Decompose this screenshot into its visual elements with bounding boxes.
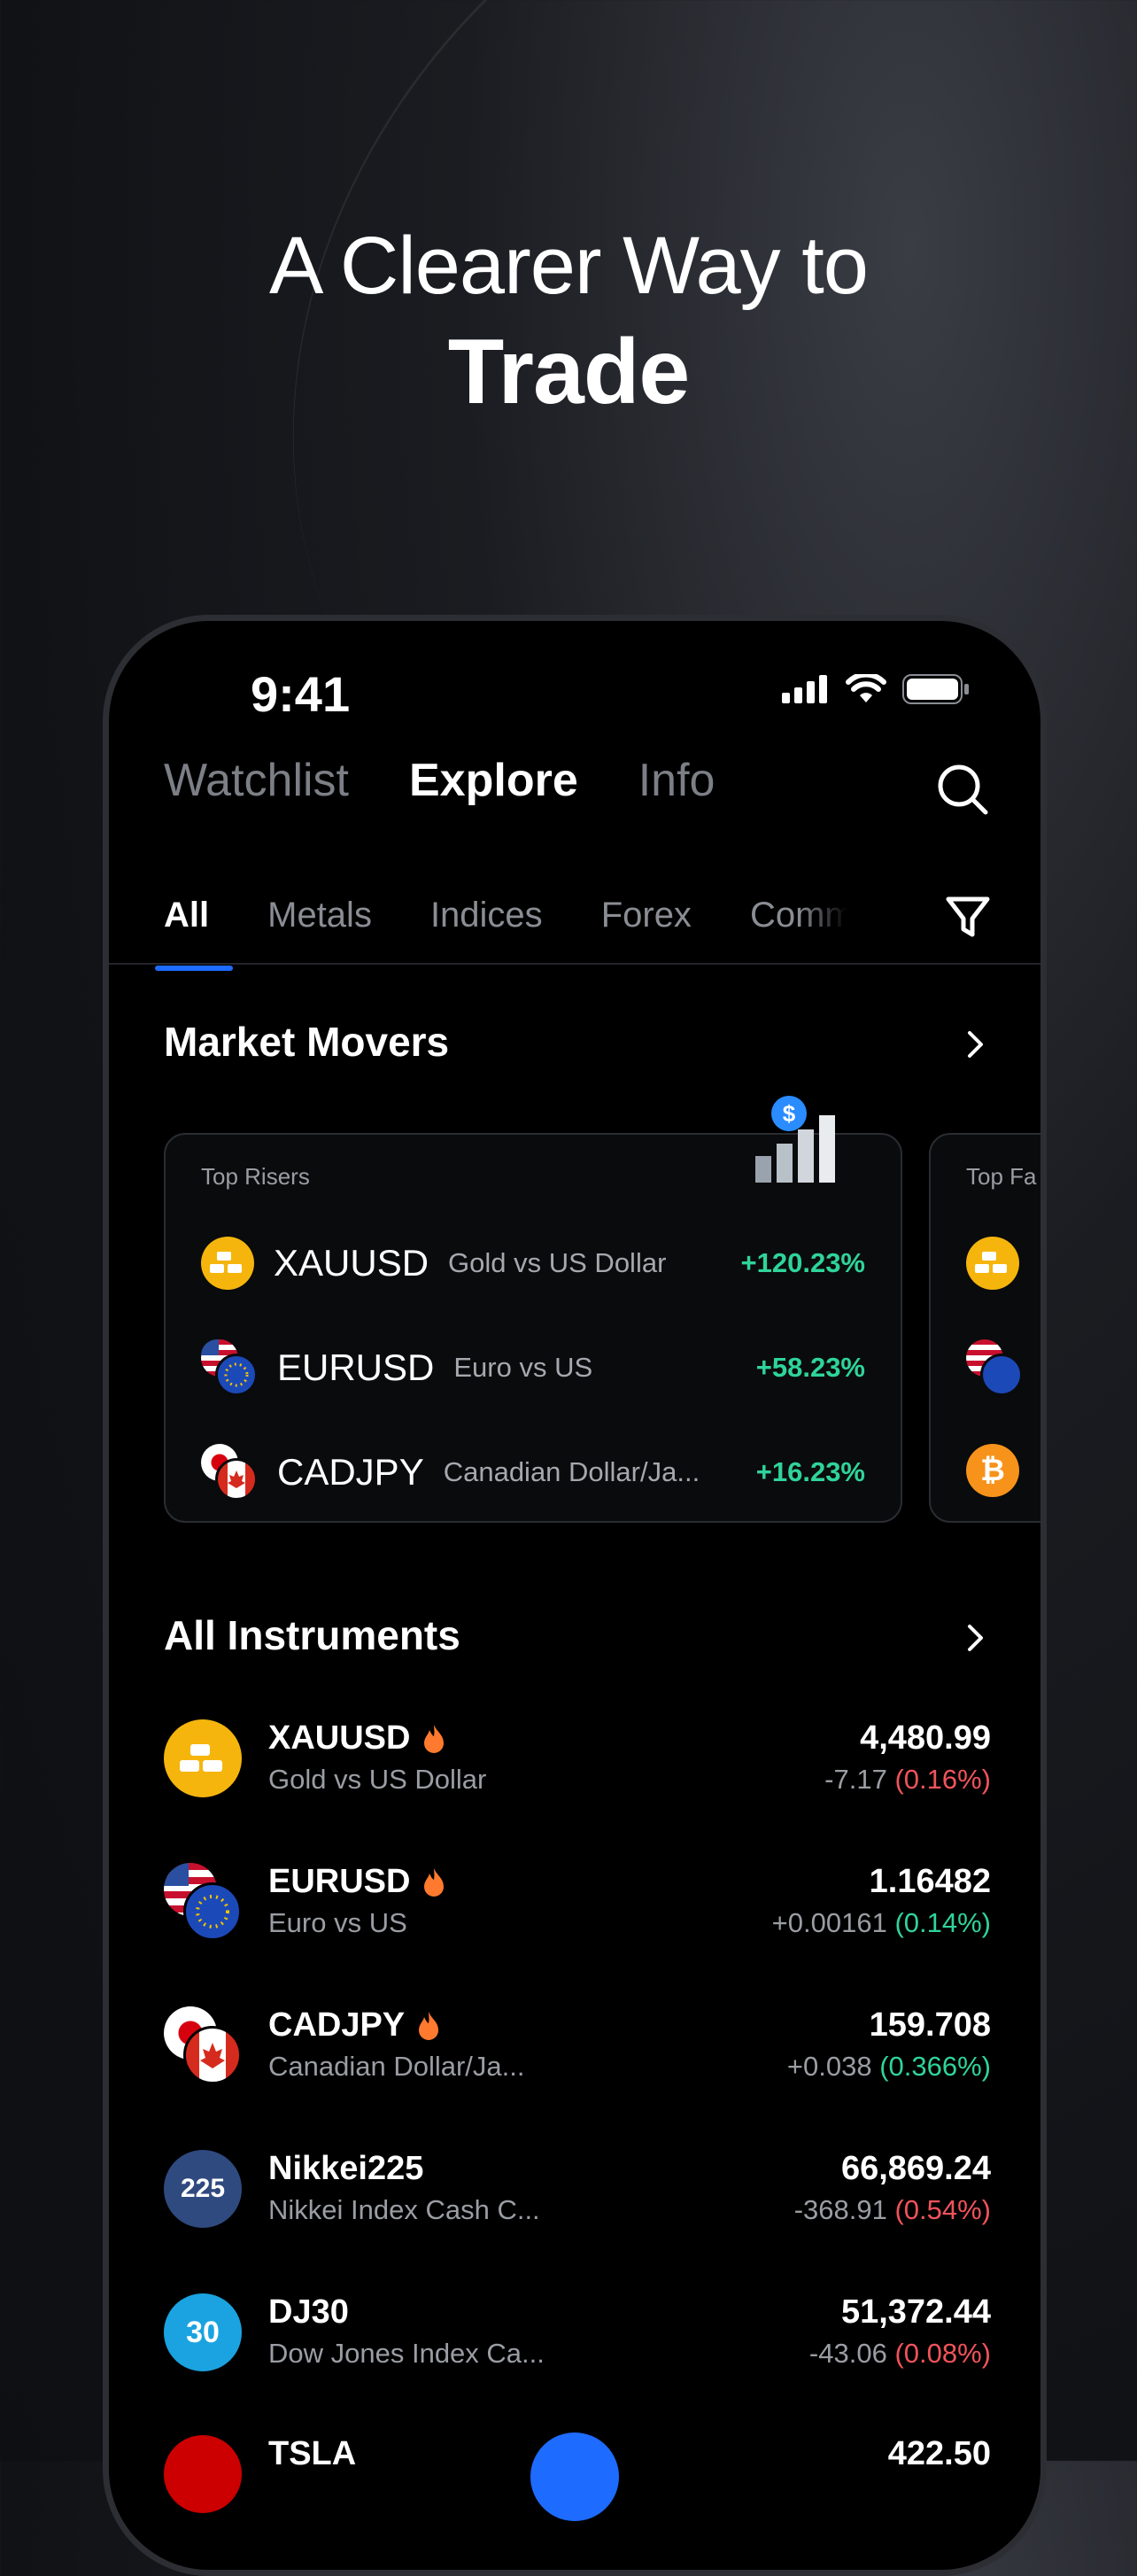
percent-change: (0.14%) [894, 1907, 991, 1938]
chevron-right-icon[interactable] [959, 1622, 991, 1654]
top-fallers-card[interactable]: Top Fa ₿ [929, 1133, 1040, 1523]
symbol: XAUUSD [268, 1719, 411, 1757]
percent-change: (0.54%) [894, 2194, 991, 2225]
flame-icon [424, 1867, 445, 1897]
category-tab-indices[interactable]: Indices [430, 896, 543, 935]
gold-bars-icon [164, 1719, 242, 1797]
chevron-right-icon[interactable] [959, 1028, 991, 1060]
symbol: DJ30 [268, 2293, 349, 2331]
all-instruments-title: All Instruments [164, 1612, 460, 1658]
flame-icon [424, 1724, 445, 1753]
top-navigation: Watchlist Explore Info [164, 754, 715, 807]
instrument-name: Nikkei Index Cash C... [268, 2194, 540, 2225]
eu-flag-icon [215, 1354, 258, 1396]
instrument-name: Dow Jones Index Ca... [268, 2338, 545, 2369]
currency-pair-icon [164, 2006, 242, 2084]
tesla-logo-icon [164, 2435, 242, 2513]
gold-bars-icon [966, 1237, 1019, 1290]
price: 4,480.99 [860, 1719, 991, 1757]
tabs-divider [109, 963, 1040, 965]
percent-change: (0.16%) [894, 1764, 991, 1795]
instrument-row[interactable]: 225 Nikkei225 Nikkei Index Cash C... 66,… [164, 2143, 991, 2231]
symbol: Nikkei225 [268, 2150, 424, 2187]
floating-action-button[interactable] [530, 2432, 619, 2521]
category-tab-all[interactable]: All [154, 896, 234, 971]
price-delta: -368.91 [793, 2194, 887, 2225]
canada-flag-icon [183, 2026, 242, 2084]
tab-info[interactable]: Info [638, 754, 715, 807]
price: 51,372.44 [840, 2293, 991, 2331]
tab-watchlist[interactable]: Watchlist [164, 754, 349, 807]
mover-row[interactable]: CADJPY Canadian Dollar/Ja... +16.23% [201, 1441, 865, 1503]
status-icons [782, 674, 970, 704]
symbol: EURUSD [268, 1863, 411, 1900]
price: 422.50 [887, 2435, 991, 2472]
gold-bars-icon [201, 1237, 254, 1290]
flame-icon [419, 2011, 439, 2040]
percent-change: (0.366%) [879, 2051, 991, 2082]
change-percent: +120.23% [740, 1247, 865, 1278]
instrument-name: Gold vs US Dollar [268, 1764, 487, 1795]
symbol: EURUSD [277, 1346, 435, 1388]
instrument-row[interactable]: CADJPY Canadian Dollar/Ja... 159.708 +0.… [164, 1999, 991, 2088]
price-delta: +0.00161 [771, 1907, 887, 1938]
instrument-row[interactable]: XAUUSD Gold vs US Dollar 4,480.99 -7.17 … [164, 1712, 991, 1801]
category-tabs: All Metals Indices Forex Comm [154, 896, 847, 971]
card-label: Top Fa [966, 1163, 1037, 1190]
change-percent: +16.23% [755, 1456, 865, 1487]
category-tab-commodities[interactable]: Comm [750, 896, 847, 935]
percent-change: (0.08%) [894, 2338, 991, 2369]
tab-explore[interactable]: Explore [409, 754, 578, 807]
currency-pair-icon [201, 1444, 258, 1501]
filter-icon[interactable] [943, 892, 993, 942]
instrument-row[interactable]: EURUSD Euro vs US 1.16482 +0.00161 (0.14… [164, 1856, 991, 1944]
instrument-row[interactable]: 30 DJ30 Dow Jones Index Ca... 51,372.44 … [164, 2286, 991, 2375]
market-movers-title: Market Movers [164, 1019, 450, 1065]
card-label: Top Risers [201, 1163, 310, 1190]
price: 159.708 [869, 2006, 991, 2044]
change-percent: +58.23% [755, 1352, 865, 1383]
index-badge-icon: 30 [164, 2293, 242, 2371]
instrument-name: Canadian Dollar/Ja... [443, 1456, 700, 1487]
rising-chart-illustration: $ [755, 1096, 835, 1183]
symbol: CADJPY [277, 1451, 424, 1493]
signal-icon [782, 675, 827, 703]
price-delta: +0.038 [786, 2051, 872, 2082]
symbol: XAUUSD [274, 1242, 429, 1284]
phone-frame: 9:41 Watchlist Explore Info All Metals I… [103, 615, 1047, 2576]
marketing-headline: A Clearer Way to Trade [0, 217, 1137, 430]
symbol: CADJPY [268, 2006, 406, 2044]
bitcoin-icon: ₿ [966, 1444, 1019, 1497]
svg-text:$: $ [783, 1100, 796, 1127]
price-delta: -43.06 [808, 2338, 887, 2369]
category-tab-metals[interactable]: Metals [267, 896, 372, 935]
index-badge-icon: 225 [164, 2150, 242, 2228]
headline-line-2: Trade [447, 321, 690, 423]
price: 1.16482 [869, 1863, 991, 1900]
currency-pair-icon [966, 1339, 1023, 1396]
app-screen: 9:41 Watchlist Explore Info All Metals I… [109, 621, 1040, 2570]
headline-line-1: A Clearer Way to [269, 221, 869, 311]
price-delta: -7.17 [824, 1764, 887, 1795]
wifi-icon [846, 674, 886, 702]
top-risers-card[interactable]: Top Risers XAUUSD Gold vs US Dollar +120… [164, 1133, 902, 1523]
price: 66,869.24 [840, 2150, 991, 2187]
instrument-name: Euro vs US [453, 1352, 593, 1383]
search-icon[interactable] [934, 761, 991, 818]
instrument-name: Canadian Dollar/Ja... [268, 2051, 525, 2082]
category-tab-forex[interactable]: Forex [601, 896, 692, 935]
eu-flag-icon [980, 1354, 1023, 1396]
status-time: 9:41 [251, 666, 351, 722]
canada-flag-icon [215, 1458, 258, 1501]
currency-pair-icon [164, 1863, 242, 1941]
symbol: TSLA [268, 2435, 357, 2472]
instrument-name: Euro vs US [268, 1907, 407, 1938]
currency-pair-icon [201, 1339, 258, 1396]
battery-icon [902, 674, 969, 704]
instrument-name: Gold vs US Dollar [448, 1247, 667, 1278]
mover-row[interactable]: XAUUSD Gold vs US Dollar +120.23% [201, 1232, 865, 1294]
mover-row[interactable]: EURUSD Euro vs US +58.23% [201, 1337, 865, 1399]
eu-flag-icon [183, 1882, 242, 1941]
